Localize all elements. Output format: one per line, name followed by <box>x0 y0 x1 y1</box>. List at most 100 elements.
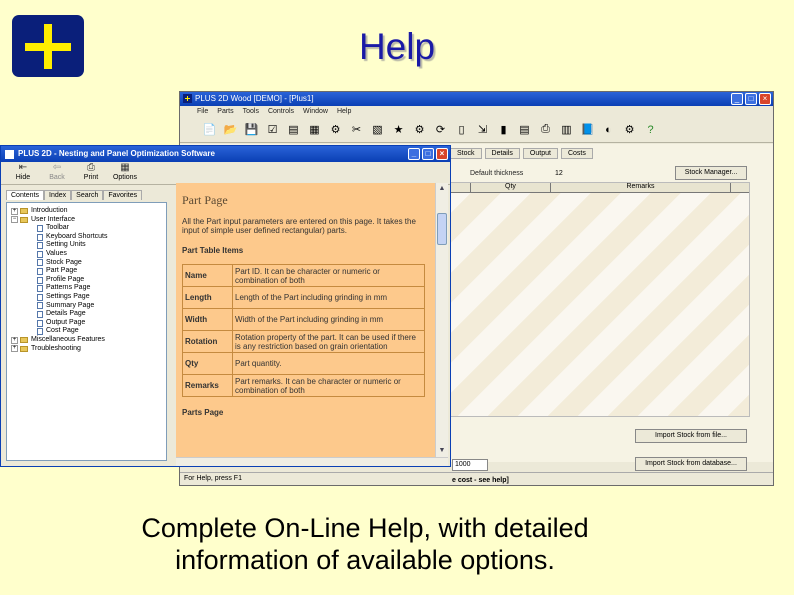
gear-icon[interactable]: ⚙ <box>620 120 639 139</box>
menu-window[interactable]: Window <box>303 106 328 117</box>
export-icon[interactable]: ⇲ <box>473 120 492 139</box>
chart-icon[interactable]: ▮ <box>494 120 513 139</box>
settings-icon[interactable]: ⚙ <box>410 120 429 139</box>
scroll-thumb[interactable] <box>437 213 447 245</box>
stock-grid[interactable]: Qty Remarks <box>450 182 750 417</box>
cut-icon[interactable]: ✂ <box>347 120 366 139</box>
help-minimize-button[interactable]: _ <box>408 148 420 160</box>
tree-item[interactable]: Values <box>7 250 166 259</box>
topic-page-icon <box>37 276 43 284</box>
globe-icon[interactable]: ◐ <box>599 120 618 139</box>
tree-item[interactable]: Output Page <box>7 319 166 328</box>
tab-details[interactable]: Details <box>484 148 520 159</box>
app-title-bar: PLUS 2D Wood [DEMO] - [Plus1] _ □ × <box>180 92 773 106</box>
menu-parts[interactable]: Parts <box>217 106 233 117</box>
tree-item[interactable]: + Introduction <box>7 207 166 216</box>
value-input[interactable]: 1000 <box>452 459 488 471</box>
import-stock-db-button[interactable]: Import Stock from database... <box>635 457 747 471</box>
tree-item[interactable]: Setting Units <box>7 241 166 250</box>
properties-icon[interactable]: ▤ <box>284 120 303 139</box>
close-button[interactable]: × <box>759 93 771 105</box>
menu-controls[interactable]: Controls <box>268 106 294 117</box>
tab-favorites[interactable]: Favorites <box>103 190 143 200</box>
topic-page-icon <box>37 319 43 327</box>
print-button[interactable]: ⎙ Print <box>77 162 105 184</box>
maximize-button[interactable]: □ <box>745 93 757 105</box>
table-icon[interactable]: ▤ <box>515 120 534 139</box>
tree-item-label: Output Page <box>46 318 86 326</box>
tab-contents[interactable]: Contents <box>6 190 45 200</box>
expand-icon[interactable]: + <box>11 345 18 353</box>
scroll-down-icon[interactable]: ▼ <box>436 445 448 457</box>
tab-costs[interactable]: Costs <box>560 148 593 159</box>
thickness-value[interactable]: 12 <box>555 170 563 177</box>
tab-output[interactable]: Output <box>522 148 558 159</box>
import-stock-file-button[interactable]: Import Stock from file... <box>635 429 747 443</box>
back-label: Back <box>49 174 65 181</box>
row-desc: Length of the Part including grinding in… <box>232 286 425 309</box>
printer-icon: ⎙ <box>87 162 95 173</box>
expand-icon[interactable]: + <box>11 207 18 215</box>
stock-manager-button[interactable]: Stock Manager... <box>675 166 747 180</box>
open-folder-icon[interactable]: 📂 <box>221 120 240 139</box>
help-close-button[interactable]: × <box>436 148 448 160</box>
help-icon[interactable]: ? <box>641 120 660 139</box>
tree-item-label: Patterns Page <box>46 284 91 292</box>
thickness-label: Default thickness <box>470 170 524 177</box>
row-desc: Part remarks. It can be character or num… <box>232 374 425 397</box>
tree-item[interactable]: Profile Page <box>7 276 166 285</box>
report-icon[interactable]: ▦ <box>305 120 324 139</box>
book-icon[interactable]: 📘 <box>578 120 597 139</box>
save-icon[interactable]: 💾 <box>242 120 261 139</box>
star-icon[interactable]: ★ <box>389 120 408 139</box>
row-desc: Rotation property of the part. It can be… <box>232 330 425 353</box>
collapse-icon[interactable]: − <box>11 216 18 224</box>
tree-item[interactable]: Patterns Page <box>7 284 166 293</box>
new-file-icon[interactable]: 📄 <box>200 120 219 139</box>
optimize-icon[interactable]: ⚙ <box>326 120 345 139</box>
document-icon[interactable]: ▯ <box>452 120 471 139</box>
check-list-icon[interactable]: ☑ <box>263 120 282 139</box>
print-icon[interactable]: ⎙ <box>536 120 555 139</box>
topic-page-icon <box>37 242 43 250</box>
refresh-icon[interactable]: ⟳ <box>431 120 450 139</box>
tree-item-label: Introduction <box>31 207 68 214</box>
tree-item[interactable]: − User Interface <box>7 216 166 225</box>
help-maximize-button[interactable]: □ <box>422 148 434 160</box>
options-button[interactable]: ▦ Options <box>111 162 139 184</box>
tab-index[interactable]: Index <box>44 190 72 200</box>
tree-item[interactable]: Cost Page <box>7 327 166 336</box>
tree-item[interactable]: Details Page <box>7 310 166 319</box>
minimize-button[interactable]: _ <box>731 93 743 105</box>
tab-search[interactable]: Search <box>71 190 104 200</box>
tree-item[interactable]: Stock Page <box>7 259 166 268</box>
tree-item[interactable]: Part Page <box>7 267 166 276</box>
folder-icon <box>20 345 28 352</box>
toolbar: 📄 📂 💾 ☑ ▤ ▦ ⚙ ✂ ▧ ★ ⚙ ⟳ ▯ ⇲ ▮ ▤ ⎙ ▥ 📘 ◐ … <box>180 117 773 143</box>
expand-icon[interactable]: + <box>11 336 18 344</box>
tree-item[interactable]: Keyboard Shortcuts <box>7 233 166 242</box>
tree-item-label: Setting Units <box>46 241 86 249</box>
hide-button[interactable]: ⇤ Hide <box>9 162 37 184</box>
status-bar: For Help, press F1 <box>180 472 773 485</box>
tree-item[interactable]: Toolbar <box>7 224 166 233</box>
tree-item[interactable]: + Miscellaneous Features <box>7 336 166 345</box>
row-desc: Width of the Part including grinding in … <box>232 308 425 331</box>
row-desc: Part ID. It can be character or numeric … <box>232 264 425 287</box>
tree-item[interactable]: + Troubleshooting <box>7 345 166 354</box>
tree-item[interactable]: Settings Page <box>7 293 166 302</box>
vertical-scrollbar[interactable]: ▲ ▼ <box>435 183 448 457</box>
scroll-up-icon[interactable]: ▲ <box>436 183 448 195</box>
topic-intro: All the Part input parameters are entere… <box>182 217 416 235</box>
tree-item[interactable]: Summary Page <box>7 302 166 311</box>
menu-file[interactable]: File <box>197 106 208 117</box>
tree-item-label: Details Page <box>46 310 86 318</box>
horizontal-scrollbar[interactable] <box>176 457 448 466</box>
preview-icon[interactable]: ▧ <box>368 120 387 139</box>
tab-stock[interactable]: Stock <box>450 148 482 159</box>
menu-help[interactable]: Help <box>337 106 351 117</box>
grid-icon[interactable]: ▥ <box>557 120 576 139</box>
menu-tools[interactable]: Tools <box>243 106 259 117</box>
topic-page-icon <box>37 250 43 258</box>
back-button[interactable]: ⇦ Back <box>43 162 71 184</box>
